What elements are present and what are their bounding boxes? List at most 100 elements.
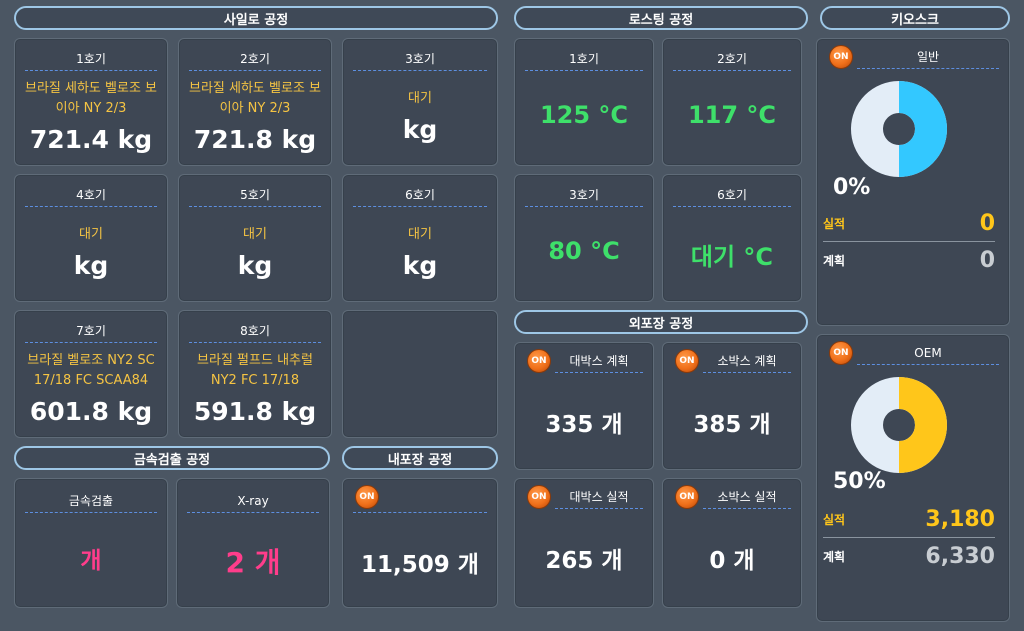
kiosk-plan-value: 6,330 — [925, 543, 995, 569]
metal-item-title: X-ray — [187, 489, 319, 513]
silo-unit-title: 2호기 — [189, 47, 321, 71]
outer-pack-big-actual-card[interactable]: ON 대박스 실적 265 개 — [514, 478, 654, 608]
silo-unit-product: 대기 — [408, 227, 432, 242]
inner-pack-value: 11,509 개 — [361, 552, 479, 578]
kiosk-panel-title: 일반 — [857, 45, 999, 69]
roasting-unit-3-card[interactable]: 3호기 80 °C — [514, 174, 654, 302]
silo-unit-title: 5호기 — [189, 183, 321, 207]
silo-empty-card — [342, 310, 498, 438]
silo-unit-product: 브라질 펄프드 내추럴 NY2 FC 17/18 — [197, 353, 313, 388]
roasting-unit-title: 2호기 — [673, 47, 791, 71]
silo-unit-title: 7호기 — [25, 319, 157, 343]
silo-unit-product: 대기 — [79, 227, 103, 242]
kiosk-plan-value: 0 — [979, 247, 995, 273]
metal-item-value: 2 개 — [225, 546, 281, 579]
silo-unit-8-card[interactable]: 8호기 브라질 펄프드 내추럴 NY2 FC 17/18 591.8 kg — [178, 310, 332, 438]
metal-item-title: 금속검출 — [25, 489, 157, 513]
silo-unit-product: 브라질 세하도 벨로조 보이아 NY 2/3 — [25, 81, 157, 116]
kiosk-actual-value: 3,180 — [925, 506, 995, 532]
kiosk-general-panel[interactable]: ON 일반 0% 실적 0 계획 0 — [816, 38, 1010, 326]
outer-pack-item-title: 소박스 실적 — [703, 485, 791, 509]
donut-fill-arc — [897, 81, 947, 177]
silo-unit-title: 4호기 — [25, 183, 157, 207]
outer-pack-small-actual-card[interactable]: ON 소박스 실적 0 개 — [662, 478, 802, 608]
kiosk-general-donut-chart — [851, 81, 947, 177]
silo-unit-title: 1호기 — [25, 47, 157, 71]
roasting-unit-6-card[interactable]: 6호기 대기 °C — [662, 174, 802, 302]
silo-unit-product: 브라질 세하도 벨로조 보이아 NY 2/3 — [189, 81, 321, 116]
kiosk-actual-label: 실적 — [823, 512, 846, 527]
silo-unit-product: 브라질 벨로조 NY2 SC 17/18 FC SCAA84 — [27, 353, 155, 388]
outer-pack-big-plan-card[interactable]: ON 대박스 계획 335 개 — [514, 342, 654, 470]
donut-fill-arc — [897, 377, 947, 473]
on-status-icon: ON — [527, 349, 551, 373]
roasting-unit-2-card[interactable]: 2호기 117 °C — [662, 38, 802, 166]
on-status-icon: ON — [675, 349, 699, 373]
metal-detect-card[interactable]: 금속검출 개 — [14, 478, 168, 608]
outer-pack-item-title: 대박스 계획 — [555, 349, 643, 373]
kiosk-plan-label: 계획 — [823, 253, 846, 268]
silo-unit-7-card[interactable]: 7호기 브라질 벨로조 NY2 SC 17/18 FC SCAA84 601.8… — [14, 310, 168, 438]
kiosk-panel-percent: 0% — [833, 175, 871, 200]
kiosk-plan-row: 계획 6,330 — [823, 538, 995, 574]
on-status-icon: ON — [527, 485, 551, 509]
silo-unit-weight: kg — [73, 251, 109, 280]
silo-unit-weight: 721.4 kg — [29, 125, 153, 154]
roasting-unit-temp: 125 °C — [539, 101, 629, 129]
inner-pack-section-header: 내포장 공정 — [342, 446, 498, 470]
kiosk-plan-row: 계획 0 — [823, 242, 995, 278]
inner-pack-card[interactable]: ON 11,509 개 — [342, 478, 498, 608]
kiosk-panel-percent: 50% — [833, 469, 886, 494]
outer-pack-item-value: 385 개 — [693, 412, 771, 438]
silo-unit-1-card[interactable]: 1호기 브라질 세하도 벨로조 보이아 NY 2/3 721.4 kg — [14, 38, 168, 166]
kiosk-actual-value: 0 — [979, 210, 995, 236]
silo-unit-product: 대기 — [408, 91, 432, 106]
on-status-icon: ON — [675, 485, 699, 509]
metal-item-value: 개 — [80, 548, 102, 574]
silo-unit-3-card[interactable]: 3호기 대기 kg — [342, 38, 498, 166]
roasting-unit-title: 3호기 — [525, 183, 643, 207]
silo-unit-title: 3호기 — [353, 47, 487, 71]
kiosk-actual-row: 실적 3,180 — [823, 501, 995, 537]
silo-unit-2-card[interactable]: 2호기 브라질 세하도 벨로조 보이아 NY 2/3 721.8 kg — [178, 38, 332, 166]
silo-unit-5-card[interactable]: 5호기 대기 kg — [178, 174, 332, 302]
silo-unit-product: 대기 — [243, 227, 267, 242]
silo-unit-4-card[interactable]: 4호기 대기 kg — [14, 174, 168, 302]
roasting-section-header: 로스팅 공정 — [514, 6, 808, 30]
roasting-unit-temp: 117 °C — [687, 101, 777, 129]
silo-unit-weight: 721.8 kg — [193, 125, 317, 154]
silo-unit-6-card[interactable]: 6호기 대기 kg — [342, 174, 498, 302]
xray-card[interactable]: X-ray 2 개 — [176, 478, 330, 608]
outer-pack-section-header: 외포장 공정 — [514, 310, 808, 334]
silo-unit-weight: 591.8 kg — [193, 397, 317, 426]
kiosk-panel-title: OEM — [857, 341, 999, 365]
on-status-icon: ON — [829, 45, 853, 69]
metal-section-header: 금속검출 공정 — [14, 446, 330, 470]
silo-unit-weight: kg — [402, 115, 438, 144]
silo-unit-weight: kg — [402, 251, 438, 280]
outer-pack-small-plan-card[interactable]: ON 소박스 계획 385 개 — [662, 342, 802, 470]
on-status-icon: ON — [829, 341, 853, 365]
silo-unit-title: 8호기 — [189, 319, 321, 343]
kiosk-section-header: 키오스크 — [820, 6, 1010, 30]
outer-pack-item-title: 대박스 실적 — [555, 485, 643, 509]
outer-pack-item-value: 265 개 — [545, 548, 623, 574]
silo-unit-title: 6호기 — [353, 183, 487, 207]
silo-unit-weight: 601.8 kg — [29, 397, 153, 426]
silo-unit-weight: kg — [237, 251, 273, 280]
kiosk-plan-label: 계획 — [823, 549, 846, 564]
roasting-unit-1-card[interactable]: 1호기 125 °C — [514, 38, 654, 166]
kiosk-oem-panel[interactable]: ON OEM 50% 실적 3,180 계획 6,330 — [816, 334, 1010, 622]
outer-pack-item-value: 0 개 — [709, 548, 755, 574]
roasting-unit-temp: 80 °C — [548, 237, 620, 265]
inner-pack-divider — [353, 489, 487, 513]
kiosk-oem-donut-chart — [851, 377, 947, 473]
outer-pack-item-value: 335 개 — [545, 412, 623, 438]
kiosk-actual-label: 실적 — [823, 216, 846, 231]
roasting-unit-title: 6호기 — [673, 183, 791, 207]
roasting-unit-temp: 대기 °C — [690, 243, 774, 271]
roasting-unit-title: 1호기 — [525, 47, 643, 71]
outer-pack-item-title: 소박스 계획 — [703, 349, 791, 373]
kiosk-actual-row: 실적 0 — [823, 205, 995, 241]
silo-section-header: 사일로 공정 — [14, 6, 498, 30]
